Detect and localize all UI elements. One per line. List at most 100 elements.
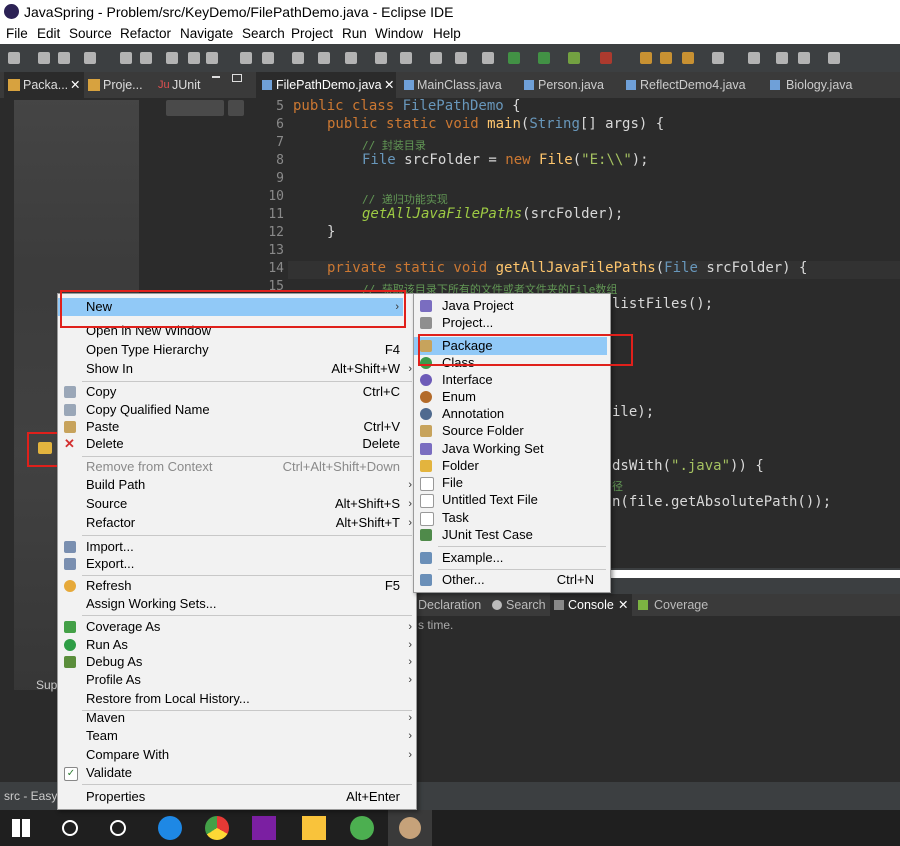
menu-search[interactable]: Search — [242, 25, 285, 43]
coverage-icon[interactable] — [568, 52, 580, 64]
terminate-icon[interactable] — [206, 52, 218, 64]
search-icon[interactable] — [62, 820, 78, 836]
menu-item-copy[interactable]: Copy Ctrl+C — [58, 383, 416, 401]
submenu-item-enum[interactable]: Enum — [414, 388, 610, 406]
tab-console[interactable]: Console ✕ — [550, 594, 632, 616]
menu-item-paste[interactable]: Paste Ctrl+V — [58, 418, 416, 436]
submenu-item-folder[interactable]: Folder — [414, 457, 610, 475]
debug-icon[interactable] — [84, 52, 96, 64]
run-icon[interactable] — [538, 52, 550, 64]
submenu-item-java-project[interactable]: Java Project — [414, 297, 610, 315]
new-class-icon[interactable] — [400, 52, 412, 64]
menu-item-build-path[interactable]: Build Path › — [58, 476, 416, 494]
close-icon[interactable]: ✕ — [618, 594, 628, 616]
menu-item-restore-from-local-history[interactable]: Restore from Local History... — [58, 690, 416, 708]
step-over-icon[interactable] — [262, 52, 274, 64]
windows-start-icon[interactable] — [12, 819, 30, 837]
file-explorer-icon[interactable] — [302, 816, 326, 840]
submenu-item-file[interactable]: File — [414, 474, 610, 492]
external-tools-icon[interactable] — [600, 52, 612, 64]
onenote-icon[interactable] — [252, 816, 276, 840]
use-step-filters-icon[interactable] — [318, 52, 330, 64]
submenu-item-java-working-set[interactable]: Java Working Set — [414, 440, 610, 458]
menu-project[interactable]: Project — [291, 25, 333, 43]
toggle-mark-icon[interactable] — [455, 52, 467, 64]
chrome-icon[interactable] — [205, 816, 229, 840]
terminal-icon[interactable] — [120, 52, 132, 64]
new-java-project-icon[interactable] — [345, 52, 357, 64]
maximize-icon[interactable] — [232, 74, 242, 82]
back-icon[interactable] — [776, 52, 788, 64]
submenu-item-source-folder[interactable]: Source Folder — [414, 422, 610, 440]
resume-icon[interactable] — [166, 52, 178, 64]
collapse-all-icon[interactable] — [166, 100, 224, 116]
menu-item-copy-qualified-name[interactable]: Copy Qualified Name — [58, 401, 416, 419]
submenu-item-example[interactable]: Example... — [414, 549, 610, 567]
show-whitespace-icon[interactable] — [482, 52, 494, 64]
menu-item-delete[interactable]: ✕ Delete Delete — [58, 435, 416, 453]
menu-item-coverage-as[interactable]: Coverage As › — [58, 618, 416, 636]
menu-item-remove-from-context[interactable]: Remove from Context Ctrl+Alt+Shift+Down — [58, 458, 416, 476]
menu-item-assign-working-sets[interactable]: Assign Working Sets... — [58, 595, 416, 613]
menu-item-show-in[interactable]: Show In Alt+Shift+W › — [58, 360, 416, 378]
tab-search[interactable]: Search — [492, 594, 548, 616]
forward-dropdown-icon[interactable] — [828, 52, 840, 64]
close-icon[interactable]: ✕ — [70, 72, 80, 98]
next-annotation-icon[interactable] — [748, 52, 760, 64]
tab-reflectdemo4[interactable]: ReflectDemo4.java — [622, 72, 762, 98]
menu-item-compare-with[interactable]: Compare With › — [58, 746, 416, 764]
tab-mainclass[interactable]: MainClass.java — [400, 72, 510, 98]
submenu-item-junit-test-case[interactable]: JUnit Test Case — [414, 526, 610, 544]
menu-item-team[interactable]: Team › — [58, 727, 416, 745]
menu-source[interactable]: Source — [69, 25, 112, 43]
tree-item-partial[interactable]: Sup — [36, 678, 57, 692]
menu-item-debug-as[interactable]: Debug As › — [58, 653, 416, 671]
forward-icon[interactable] — [798, 52, 810, 64]
tab-biology[interactable]: Biology.java — [766, 72, 886, 98]
tab-declaration[interactable]: Declaration — [418, 594, 498, 616]
menu-window[interactable]: Window — [375, 25, 423, 43]
menu-item-open-type-hierarchy[interactable]: Open Type Hierarchy F4 — [58, 341, 416, 359]
pen-icon[interactable] — [682, 52, 694, 64]
tab-filepathdemo[interactable]: FilePathDemo.java ✕ — [256, 72, 396, 98]
menu-edit[interactable]: Edit — [37, 25, 60, 43]
menu-item-import[interactable]: Import... — [58, 538, 416, 556]
suspend-icon[interactable] — [188, 52, 200, 64]
submenu-item-task[interactable]: Task — [414, 509, 610, 527]
save-all-icon[interactable] — [58, 52, 70, 64]
menu-item-refactor[interactable]: Refactor Alt+Shift+T › — [58, 514, 416, 532]
menu-help[interactable]: Help — [433, 25, 461, 43]
tab-coverage[interactable]: Coverage — [638, 594, 724, 616]
view-menu-icon[interactable] — [228, 100, 244, 116]
eclipse-taskbar-button[interactable] — [388, 810, 432, 846]
edge-icon[interactable] — [158, 816, 182, 840]
menu-item-properties[interactable]: Properties Alt+Enter — [58, 788, 416, 806]
save-icon[interactable] — [38, 52, 50, 64]
menu-item-export[interactable]: Export... — [58, 555, 416, 573]
submenu-item-annotation[interactable]: Annotation — [414, 405, 610, 423]
menu-item-validate[interactable]: ✓ Validate — [58, 764, 416, 782]
drop-to-frame-icon[interactable] — [292, 52, 304, 64]
tab-person[interactable]: Person.java — [522, 72, 622, 98]
menu-file[interactable]: File — [6, 25, 28, 43]
menu-item-maven[interactable]: Maven › — [58, 709, 416, 727]
debug-run-icon[interactable] — [508, 52, 520, 64]
close-icon[interactable]: ✕ — [384, 72, 394, 98]
step-into-icon[interactable] — [240, 52, 252, 64]
search-icon[interactable] — [660, 52, 672, 64]
menu-item-run-as[interactable]: Run As › — [58, 636, 416, 654]
minimize-icon[interactable] — [212, 76, 220, 78]
open-type-icon[interactable] — [430, 52, 442, 64]
menu-navigate[interactable]: Navigate — [180, 25, 233, 43]
submenu-item-interface[interactable]: Interface — [414, 371, 610, 389]
wechat-icon[interactable] — [350, 816, 374, 840]
menu-refactor[interactable]: Refactor — [120, 25, 171, 43]
menu-item-refresh[interactable]: Refresh F5 — [58, 577, 416, 595]
pin-icon[interactable] — [712, 52, 724, 64]
menu-run[interactable]: Run — [342, 25, 367, 43]
tab-package-explorer[interactable]: Packa... ✕ — [4, 72, 84, 98]
tab-project-explorer[interactable]: Proje... — [86, 72, 152, 98]
menu-item-source[interactable]: Source Alt+Shift+S › — [58, 495, 416, 513]
submenu-item-untitled-text-file[interactable]: Untitled Text File — [414, 491, 610, 509]
task-view-icon[interactable] — [110, 820, 126, 836]
